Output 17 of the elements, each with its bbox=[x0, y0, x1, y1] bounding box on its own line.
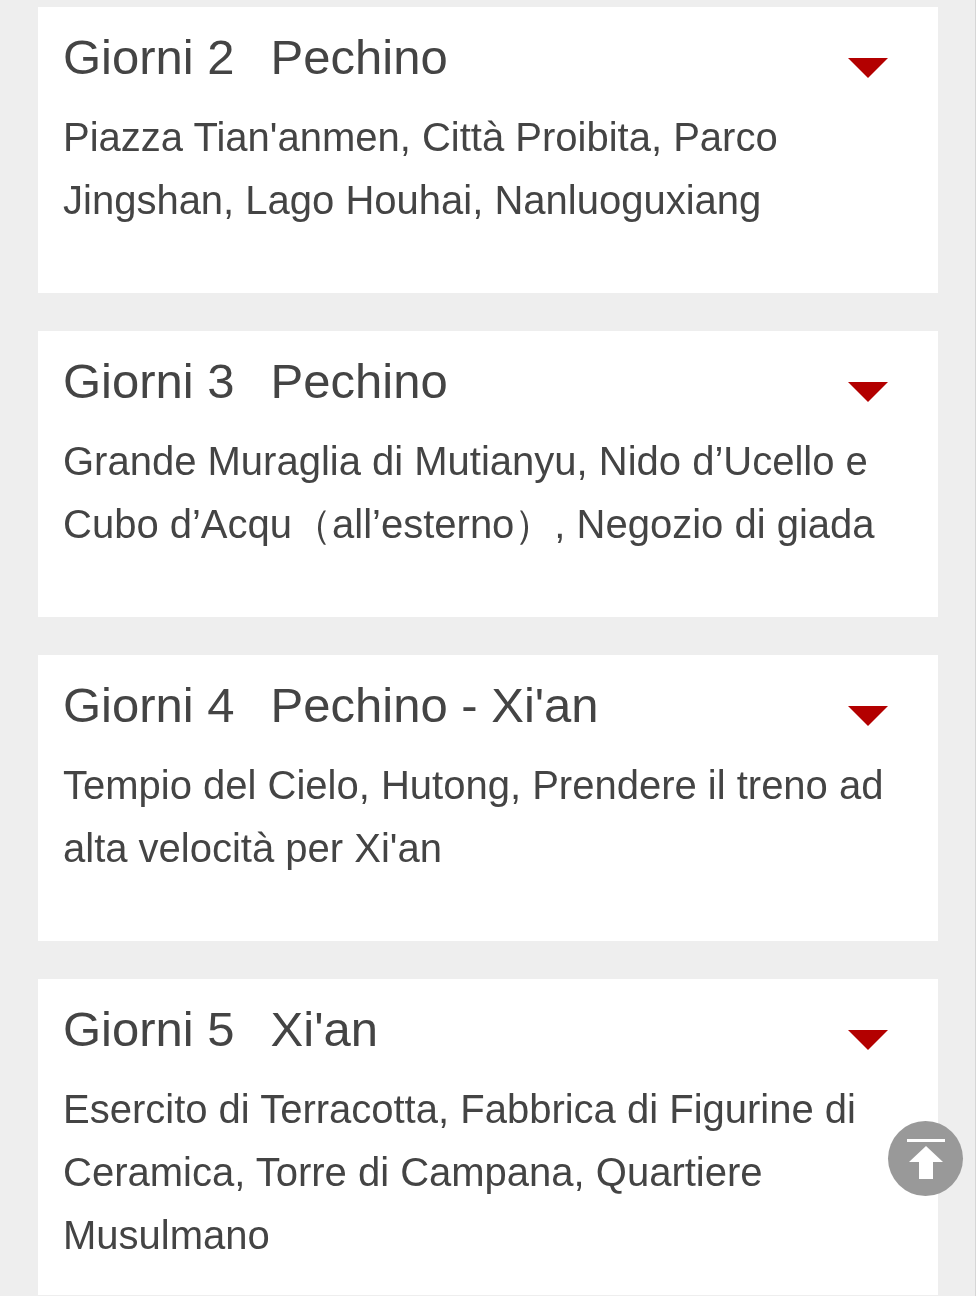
caret-icon[interactable] bbox=[848, 706, 888, 726]
day-label: Giorni 3 bbox=[63, 353, 235, 410]
day-description: Grande Muraglia di Mutianyu, Nido d’Ucello e Cubo d’Acqu（all’esterno）, Negozio di giada bbox=[63, 438, 876, 548]
place-name: Pechino - Xi'an bbox=[270, 677, 599, 734]
place-name: Pechino bbox=[270, 29, 448, 86]
day-label: Giorni 5 bbox=[63, 1001, 235, 1058]
day-description: Esercito di Terracotta, Fabbrica di Figurine di Ceramica, Torre di Campana, Quartiere Musulmano bbox=[63, 1086, 857, 1259]
place-name: Pechino bbox=[270, 353, 448, 410]
day-description: Piazza Tian'anmen, Città Proibita, Parco Jingshan, Lago Houhai, Nanluoguxiang bbox=[63, 114, 779, 224]
caret-icon[interactable] bbox=[848, 1030, 888, 1050]
day-label: Giorni 2 bbox=[63, 29, 235, 86]
place-name: Xi'an bbox=[270, 1001, 378, 1058]
caret-icon[interactable] bbox=[848, 58, 888, 78]
day-label: Giorni 4 bbox=[63, 677, 235, 734]
day-description: Tempio del Cielo, Hutong, Prendere il treno ad alta velocità per Xi'an bbox=[63, 762, 885, 872]
caret-icon[interactable] bbox=[848, 382, 888, 402]
arrow-to-top-icon bbox=[906, 1138, 945, 1179]
